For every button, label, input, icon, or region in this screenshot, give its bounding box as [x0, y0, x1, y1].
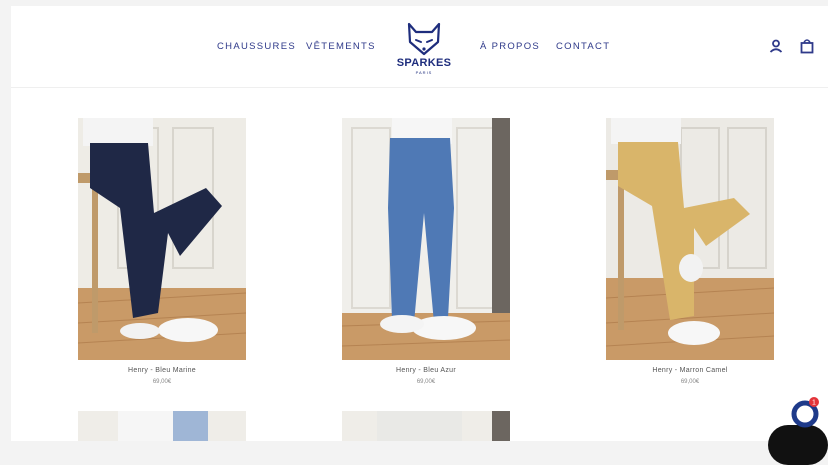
brand-logo[interactable]: SPARKES PARIS [394, 20, 454, 75]
chat-launcher[interactable] [768, 425, 828, 465]
brand-subtitle: PARIS [415, 70, 433, 75]
account-icon[interactable] [768, 38, 784, 54]
nav-chaussures[interactable]: CHAUSSURES [217, 41, 296, 52]
cart-icon[interactable] [799, 38, 815, 54]
fox-logo-icon [407, 22, 441, 56]
chat-notification-count: 1 [812, 400, 816, 407]
product-name[interactable]: Henry - Bleu Marine [78, 367, 246, 374]
product-image[interactable] [342, 118, 510, 360]
product-name[interactable]: Henry - Bleu Azur [342, 367, 510, 374]
chat-icon: 1 [791, 397, 819, 428]
product-price: 69,00€ [680, 379, 700, 385]
nav-contact[interactable]: CONTACT [556, 41, 610, 52]
product-price: 69,00€ [416, 379, 436, 385]
product-image[interactable] [78, 411, 246, 441]
product-image[interactable] [342, 411, 510, 441]
product-image[interactable] [78, 118, 246, 360]
brand-name: SPARKES [396, 57, 452, 69]
nav-vetements[interactable]: VÊTEMENTS [306, 41, 376, 52]
product-price: 69,00€ [152, 379, 172, 385]
site-header: CHAUSSURES VÊTEMENTS SPARKES PARIS À PRO… [11, 6, 828, 88]
page: CHAUSSURES VÊTEMENTS SPARKES PARIS À PRO… [11, 6, 828, 441]
product-image[interactable] [606, 118, 774, 360]
nav-a-propos[interactable]: À PROPOS [480, 41, 540, 52]
chat-widget[interactable]: 1 [789, 396, 821, 428]
product-name[interactable]: Henry - Marron Camel [606, 367, 774, 374]
